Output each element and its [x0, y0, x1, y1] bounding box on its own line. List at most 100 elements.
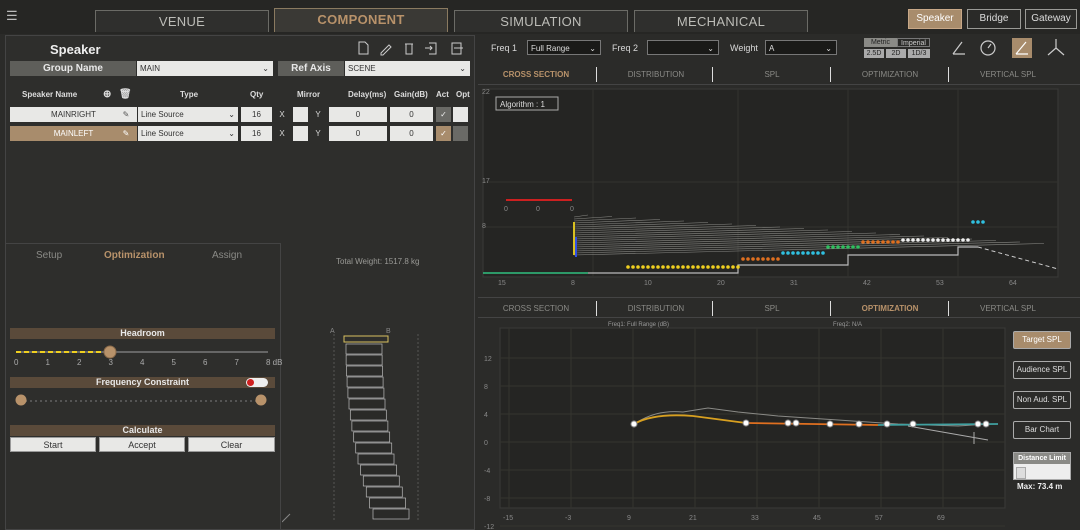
tab-mechanical[interactable]: MECHANICAL	[634, 10, 808, 32]
view-tab[interactable]: DISTRIBUTION	[598, 70, 714, 79]
tab-bridge[interactable]: Bridge	[967, 9, 1021, 29]
divider	[478, 297, 1080, 298]
start-button[interactable]: Start	[10, 437, 96, 452]
view-tab[interactable]: VERTICAL SPL	[950, 304, 1066, 313]
view-tab[interactable]: OPTIMIZATION	[832, 304, 948, 313]
y-ticks: 12 8 4 0 -4 -8 -12	[484, 356, 494, 530]
coverage-point	[931, 238, 935, 242]
array-cabinet	[345, 343, 383, 355]
xtick: 57	[875, 515, 883, 522]
coverage-point	[911, 238, 915, 242]
edit-icon[interactable]	[380, 44, 392, 56]
export-icon[interactable]	[451, 42, 463, 55]
active-checkbox[interactable]: ✓	[436, 107, 451, 122]
coverage-point	[901, 238, 905, 242]
tab-setup[interactable]: Setup	[36, 250, 62, 261]
xtick: -15	[503, 515, 513, 522]
tab-separator	[596, 301, 597, 316]
range-handle-low[interactable]	[15, 394, 27, 406]
view-tab[interactable]: OPTIMIZATION	[832, 70, 948, 79]
qty-stepper[interactable]: 16	[241, 107, 272, 122]
edit-icon[interactable]: ✎	[120, 126, 132, 141]
audience-spl-button[interactable]: Audience SPL	[1013, 361, 1071, 379]
coverage-point	[661, 265, 665, 269]
tab-speaker[interactable]: Speaker	[908, 9, 962, 29]
imperial-toggle[interactable]: Imperial	[897, 38, 930, 47]
view-side-icon[interactable]	[1012, 38, 1032, 58]
freq1-select[interactable]: Full Range ⌄	[527, 40, 601, 55]
accept-button[interactable]: Accept	[99, 437, 185, 452]
opt-checkbox[interactable]	[453, 126, 468, 141]
delay-stepper[interactable]: 0	[329, 107, 387, 122]
freq2-select[interactable]: ⌄	[647, 40, 719, 55]
tab-optimization[interactable]: Optimization	[104, 250, 165, 261]
frequency-range-slider[interactable]	[12, 392, 274, 408]
coverage-point	[726, 265, 730, 269]
distance-slider-handle[interactable]	[1016, 467, 1026, 479]
tab-simulation[interactable]: SIMULATION	[454, 10, 628, 32]
add-icon[interactable]: ⊕	[103, 89, 111, 100]
qty-stepper[interactable]: 16	[241, 126, 272, 141]
ref-axis-select[interactable]: SCENE ⌄	[345, 61, 470, 76]
coverage-point	[741, 257, 745, 261]
speaker-name-cell[interactable]: MAINLEFT	[10, 126, 137, 141]
non-audience-spl-button[interactable]: Non Aud. SPL	[1013, 391, 1071, 409]
delay-stepper[interactable]: 0	[329, 126, 387, 141]
speaker-name-cell[interactable]: MAINRIGHT	[10, 107, 137, 122]
array-cabinet	[349, 409, 387, 421]
ytick: 17	[482, 178, 490, 185]
view-tab[interactable]: SPL	[714, 70, 830, 79]
weight-select[interactable]: A ⌄	[765, 40, 837, 55]
tab-assign[interactable]: Assign	[212, 250, 242, 261]
tab-gateway[interactable]: Gateway	[1025, 9, 1077, 29]
view-25d[interactable]: 2.5D	[864, 49, 884, 58]
marker-text: 0	[504, 206, 508, 213]
axes-icon[interactable]	[1047, 39, 1065, 56]
opt-point	[883, 420, 891, 428]
new-file-icon[interactable]	[358, 41, 369, 55]
tick-label: 6	[203, 358, 208, 367]
coverage-point	[801, 251, 805, 255]
view-tab[interactable]: SPL	[714, 304, 830, 313]
active-checkbox[interactable]: ✓	[436, 126, 451, 141]
view-tab[interactable]: VERTICAL SPL	[950, 70, 1066, 79]
bar-chart-button[interactable]: Bar Chart	[1013, 421, 1071, 439]
opt-checkbox[interactable]	[453, 107, 468, 122]
view-tab[interactable]: CROSS SECTION	[478, 70, 594, 79]
angle-icon[interactable]	[952, 41, 965, 55]
range-handle-high[interactable]	[255, 394, 267, 406]
type-select[interactable]: Line Source ⌄	[138, 107, 238, 122]
target-spl-button[interactable]: Target SPL	[1013, 331, 1071, 349]
frequency-constraint-label: Frequency Constraint	[10, 377, 275, 388]
clear-button[interactable]: Clear	[188, 437, 275, 452]
view-tab[interactable]: CROSS SECTION	[478, 304, 594, 313]
gain-stepper[interactable]: 0	[390, 126, 433, 141]
import-icon[interactable]	[425, 42, 437, 55]
group-name-select[interactable]: MAIN ⌄	[137, 61, 273, 76]
edit-icon[interactable]: ✎	[120, 107, 132, 122]
view-tab[interactable]: DISTRIBUTION	[598, 304, 714, 313]
view-1d[interactable]: 1D/3	[908, 49, 930, 58]
distance-limit-control[interactable]: Distance Limit	[1013, 452, 1071, 480]
coverage-point	[826, 245, 830, 249]
metric-toggle[interactable]: Metric	[864, 38, 897, 47]
tab-component[interactable]: COMPONENT	[274, 8, 448, 32]
xtick: 33	[751, 515, 759, 522]
coverage-point	[701, 265, 705, 269]
view-2d[interactable]: 2D	[886, 49, 906, 58]
frequency-toggle[interactable]	[246, 378, 268, 387]
slider-handle[interactable]	[103, 345, 117, 359]
trash-icon[interactable]: 🗑	[119, 89, 132, 100]
tick-label: 5	[171, 358, 176, 367]
dial-icon[interactable]	[980, 40, 996, 56]
menu-icon[interactable]: ☰	[6, 8, 18, 24]
resize-icon[interactable]	[282, 513, 291, 523]
delete-icon[interactable]	[405, 43, 413, 55]
coverage-point	[736, 265, 740, 269]
mirror-checkbox[interactable]	[293, 107, 308, 122]
gain-stepper[interactable]: 0	[390, 107, 433, 122]
tab-venue[interactable]: VENUE	[95, 10, 269, 32]
coverage-point	[716, 265, 720, 269]
type-select[interactable]: Line Source ⌄	[138, 126, 238, 141]
mirror-checkbox[interactable]	[293, 126, 308, 141]
